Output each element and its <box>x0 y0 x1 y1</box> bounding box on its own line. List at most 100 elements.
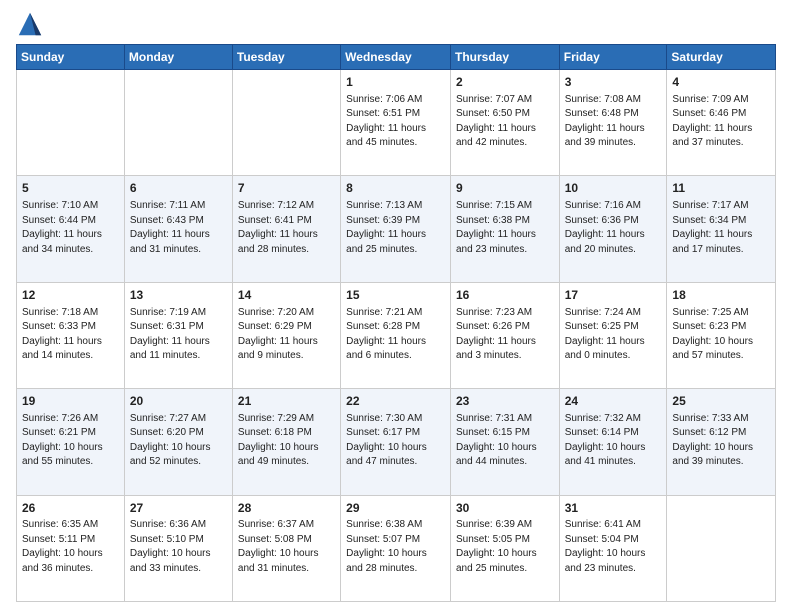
calendar-cell: 14 Sunrise: 7:20 AM Sunset: 6:29 PM Dayli… <box>232 282 340 388</box>
calendar-cell: 20 Sunrise: 7:27 AM Sunset: 6:20 PM Dayli… <box>124 389 232 495</box>
weekday-header-sunday: Sunday <box>17 45 125 70</box>
day-number: 15 <box>346 287 445 304</box>
weekday-header-row: SundayMondayTuesdayWednesdayThursdayFrid… <box>17 45 776 70</box>
day-info: Sunrise: 6:35 AM Sunset: 5:11 PM Dayligh… <box>22 518 119 576</box>
calendar-cell: 16Sunrise: 7:23 AM Sunset: 6:26 PM Dayli… <box>450 282 559 388</box>
calendar-cell: 1 Sunrise: 7:06 AM Sunset: 6:51 PM Daylig… <box>341 70 451 176</box>
day-info: Sunrise: 7:13 AM Sunset: 6:39 PM Dayligh… <box>346 199 445 257</box>
calendar-cell: 21Sunrise: 7:29 AM Sunset: 6:18 PM Dayli… <box>232 389 340 495</box>
day-info: Sunrise: 7:08 AM Sunset: 6:48 PM Dayligh… <box>565 93 662 151</box>
day-info: Sunrise: 7:26 AM Sunset: 6:21 PM Dayligh… <box>22 412 119 470</box>
week-row-1: 1 Sunrise: 7:06 AM Sunset: 6:51 PM Daylig… <box>17 70 776 176</box>
weekday-header-tuesday: Tuesday <box>232 45 340 70</box>
day-info: Sunrise: 7:06 AM Sunset: 6:51 PM Dayligh… <box>346 93 445 151</box>
week-row-3: 12 Sunrise: 7:18 AM Sunset: 6:33 PM Dayli… <box>17 282 776 388</box>
header <box>16 10 776 38</box>
day-info: Sunrise: 6:41 AM Sunset: 5:04 PM Dayligh… <box>565 518 662 576</box>
day-number: 20 <box>130 393 227 410</box>
day-number: 16 <box>456 287 554 304</box>
day-info: Sunrise: 6:36 AM Sunset: 5:10 PM Dayligh… <box>130 518 227 576</box>
day-number: 23 <box>456 393 554 410</box>
day-number: 12 <box>22 287 119 304</box>
day-number: 7 <box>238 180 335 197</box>
day-info: Sunrise: 7:12 AM Sunset: 6:41 PM Dayligh… <box>238 199 335 257</box>
calendar-cell: 24 Sunrise: 7:32 AM Sunset: 6:14 PM Dayli… <box>559 389 667 495</box>
day-number: 13 <box>130 287 227 304</box>
page: SundayMondayTuesdayWednesdayThursdayFrid… <box>0 0 792 612</box>
weekday-header-thursday: Thursday <box>450 45 559 70</box>
calendar-cell: 19 Sunrise: 7:26 AM Sunset: 6:21 PM Dayli… <box>17 389 125 495</box>
calendar-cell: 26Sunrise: 6:35 AM Sunset: 5:11 PM Dayli… <box>17 495 125 601</box>
day-number: 30 <box>456 500 554 517</box>
day-number: 11 <box>672 180 770 197</box>
week-row-4: 19 Sunrise: 7:26 AM Sunset: 6:21 PM Dayli… <box>17 389 776 495</box>
day-number: 17 <box>565 287 662 304</box>
day-number: 6 <box>130 180 227 197</box>
day-number: 9 <box>456 180 554 197</box>
day-info: Sunrise: 7:29 AM Sunset: 6:18 PM Dayligh… <box>238 412 335 470</box>
day-number: 18 <box>672 287 770 304</box>
calendar-cell: 30Sunrise: 6:39 AM Sunset: 5:05 PM Dayli… <box>450 495 559 601</box>
day-number: 3 <box>565 74 662 91</box>
day-number: 2 <box>456 74 554 91</box>
weekday-header-saturday: Saturday <box>667 45 776 70</box>
calendar-cell <box>232 70 340 176</box>
calendar-cell: 17 Sunrise: 7:24 AM Sunset: 6:25 PM Dayli… <box>559 282 667 388</box>
day-number: 24 <box>565 393 662 410</box>
day-info: Sunrise: 6:39 AM Sunset: 5:05 PM Dayligh… <box>456 518 554 576</box>
day-number: 27 <box>130 500 227 517</box>
day-info: Sunrise: 7:16 AM Sunset: 6:36 PM Dayligh… <box>565 199 662 257</box>
weekday-header-wednesday: Wednesday <box>341 45 451 70</box>
day-info: Sunrise: 7:18 AM Sunset: 6:33 PM Dayligh… <box>22 306 119 364</box>
weekday-header-monday: Monday <box>124 45 232 70</box>
day-number: 22 <box>346 393 445 410</box>
day-info: Sunrise: 7:30 AM Sunset: 6:17 PM Dayligh… <box>346 412 445 470</box>
calendar-cell: 31Sunrise: 6:41 AM Sunset: 5:04 PM Dayli… <box>559 495 667 601</box>
logo <box>16 10 48 38</box>
day-info: Sunrise: 7:32 AM Sunset: 6:14 PM Dayligh… <box>565 412 662 470</box>
day-info: Sunrise: 7:10 AM Sunset: 6:44 PM Dayligh… <box>22 199 119 257</box>
day-info: Sunrise: 7:33 AM Sunset: 6:12 PM Dayligh… <box>672 412 770 470</box>
day-number: 10 <box>565 180 662 197</box>
calendar-cell: 11 Sunrise: 7:17 AM Sunset: 6:34 PM Dayli… <box>667 176 776 282</box>
day-number: 25 <box>672 393 770 410</box>
calendar-cell: 5 Sunrise: 7:10 AM Sunset: 6:44 PM Daylig… <box>17 176 125 282</box>
day-info: Sunrise: 7:19 AM Sunset: 6:31 PM Dayligh… <box>130 306 227 364</box>
day-info: Sunrise: 7:11 AM Sunset: 6:43 PM Dayligh… <box>130 199 227 257</box>
calendar-cell: 27Sunrise: 6:36 AM Sunset: 5:10 PM Dayli… <box>124 495 232 601</box>
calendar-cell: 8 Sunrise: 7:13 AM Sunset: 6:39 PM Daylig… <box>341 176 451 282</box>
day-info: Sunrise: 7:27 AM Sunset: 6:20 PM Dayligh… <box>130 412 227 470</box>
calendar-cell: 25 Sunrise: 7:33 AM Sunset: 6:12 PM Dayli… <box>667 389 776 495</box>
day-number: 31 <box>565 500 662 517</box>
calendar-cell: 6 Sunrise: 7:11 AM Sunset: 6:43 PM Daylig… <box>124 176 232 282</box>
logo-icon <box>16 10 44 38</box>
day-number: 19 <box>22 393 119 410</box>
day-info: Sunrise: 7:20 AM Sunset: 6:29 PM Dayligh… <box>238 306 335 364</box>
calendar-cell: 15 Sunrise: 7:21 AM Sunset: 6:28 PM Dayli… <box>341 282 451 388</box>
day-number: 1 <box>346 74 445 91</box>
calendar-cell: 3 Sunrise: 7:08 AM Sunset: 6:48 PM Daylig… <box>559 70 667 176</box>
calendar-cell: 28Sunrise: 6:37 AM Sunset: 5:08 PM Dayli… <box>232 495 340 601</box>
day-info: Sunrise: 7:07 AM Sunset: 6:50 PM Dayligh… <box>456 93 554 151</box>
day-info: Sunrise: 7:17 AM Sunset: 6:34 PM Dayligh… <box>672 199 770 257</box>
day-info: Sunrise: 7:21 AM Sunset: 6:28 PM Dayligh… <box>346 306 445 364</box>
day-number: 14 <box>238 287 335 304</box>
calendar-cell: 22 Sunrise: 7:30 AM Sunset: 6:17 PM Dayli… <box>341 389 451 495</box>
day-number: 8 <box>346 180 445 197</box>
calendar-cell: 29Sunrise: 6:38 AM Sunset: 5:07 PM Dayli… <box>341 495 451 601</box>
day-number: 5 <box>22 180 119 197</box>
calendar-cell: 13 Sunrise: 7:19 AM Sunset: 6:31 PM Dayli… <box>124 282 232 388</box>
day-info: Sunrise: 7:24 AM Sunset: 6:25 PM Dayligh… <box>565 306 662 364</box>
calendar-cell: 2 Sunrise: 7:07 AM Sunset: 6:50 PM Daylig… <box>450 70 559 176</box>
day-info: Sunrise: 6:37 AM Sunset: 5:08 PM Dayligh… <box>238 518 335 576</box>
day-number: 28 <box>238 500 335 517</box>
calendar-cell: 23 Sunrise: 7:31 AM Sunset: 6:15 PM Dayli… <box>450 389 559 495</box>
calendar-cell: 9Sunrise: 7:15 AM Sunset: 6:38 PM Daylig… <box>450 176 559 282</box>
calendar-table: SundayMondayTuesdayWednesdayThursdayFrid… <box>16 44 776 602</box>
day-info: Sunrise: 7:25 AM Sunset: 6:23 PM Dayligh… <box>672 306 770 364</box>
day-number: 29 <box>346 500 445 517</box>
calendar-cell: 12 Sunrise: 7:18 AM Sunset: 6:33 PM Dayli… <box>17 282 125 388</box>
day-info: Sunrise: 7:09 AM Sunset: 6:46 PM Dayligh… <box>672 93 770 151</box>
day-info: Sunrise: 7:31 AM Sunset: 6:15 PM Dayligh… <box>456 412 554 470</box>
day-info: Sunrise: 6:38 AM Sunset: 5:07 PM Dayligh… <box>346 518 445 576</box>
